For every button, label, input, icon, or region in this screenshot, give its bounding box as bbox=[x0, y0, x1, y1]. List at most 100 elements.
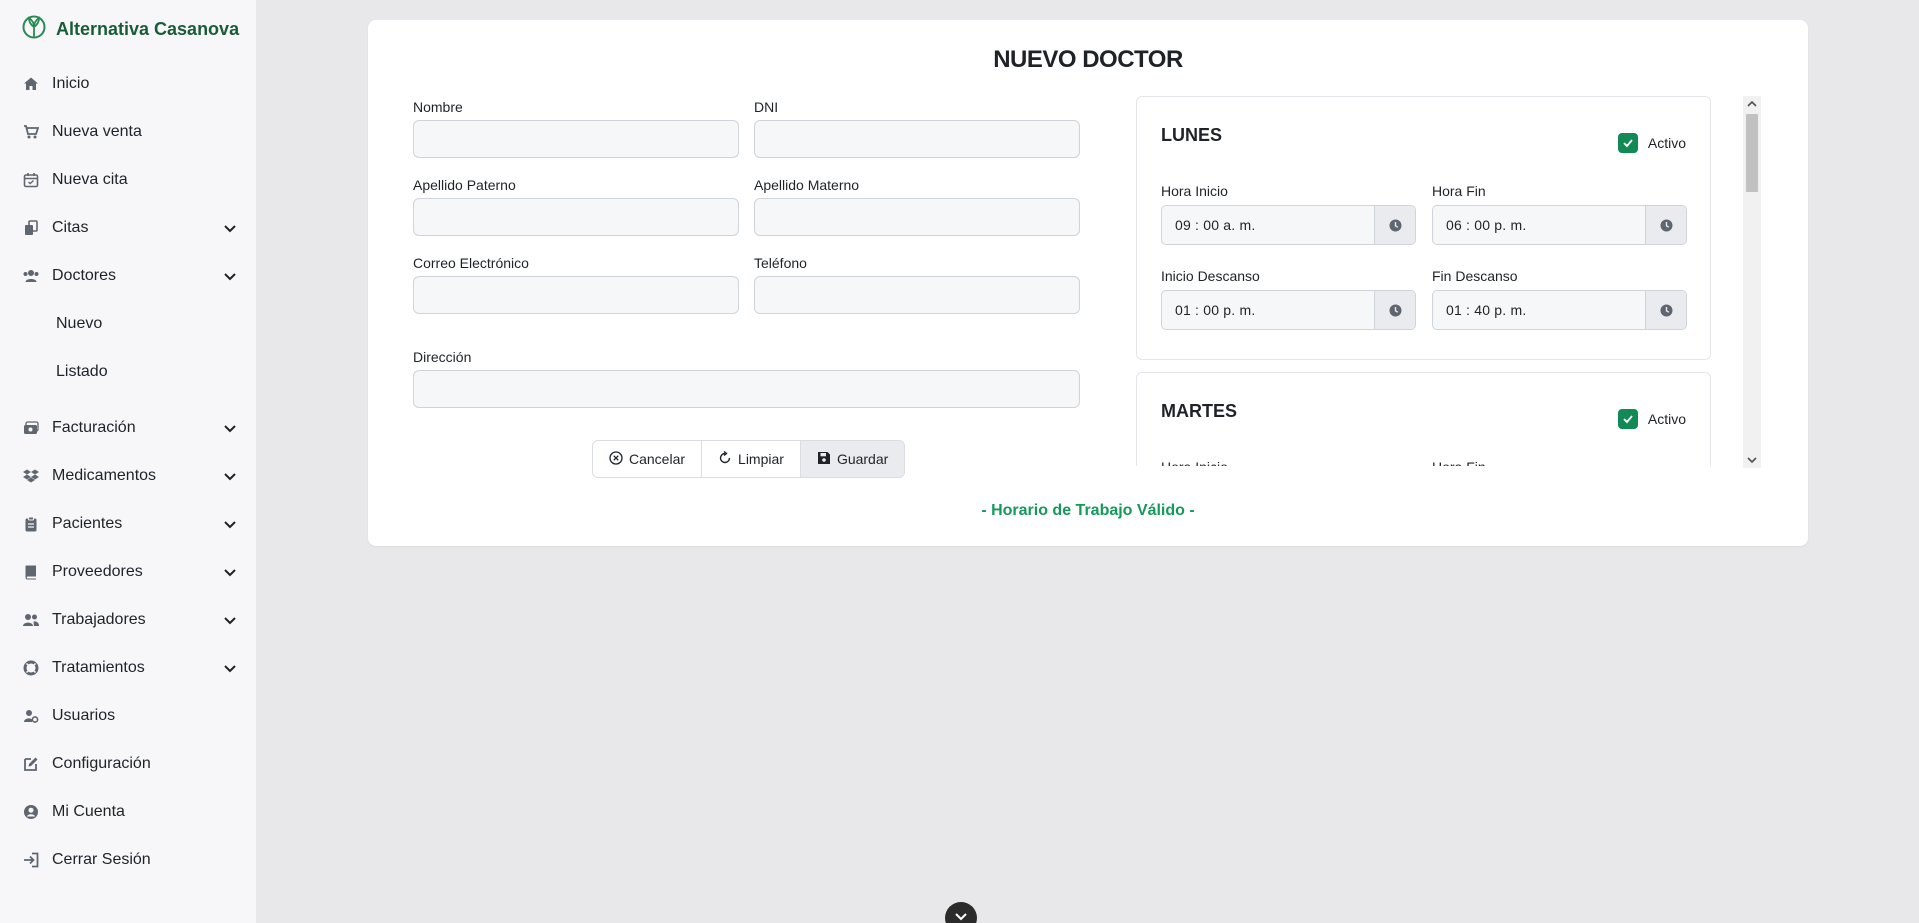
leaf-logo-icon bbox=[22, 14, 46, 45]
floating-chevron-button[interactable] bbox=[945, 902, 977, 923]
user-gear-icon bbox=[22, 707, 40, 725]
sidebar-item-pacientes[interactable]: Pacientes bbox=[0, 500, 256, 548]
checkbox-checked-icon[interactable] bbox=[1617, 133, 1638, 153]
hora-inicio-picker[interactable]: 09 : 00 a. m. bbox=[1161, 205, 1416, 245]
sidebar-item-label: Usuarios bbox=[52, 707, 116, 724]
chevron-down-icon[interactable] bbox=[222, 564, 238, 580]
chevron-down-icon[interactable] bbox=[222, 420, 238, 436]
sidebar-item-label: Pacientes bbox=[52, 515, 123, 532]
sidebar-item-doctores[interactable]: Doctores bbox=[0, 252, 256, 300]
sidebar-item-label: Nueva venta bbox=[52, 123, 142, 140]
lifebuoy-icon bbox=[22, 659, 40, 677]
hora-inicio-label: Hora Inicio bbox=[1161, 183, 1228, 199]
sidebar-item-trabajadores[interactable]: Trabajadores bbox=[0, 596, 256, 644]
hora-fin-label: Hora Fin bbox=[1432, 183, 1486, 199]
sidebar-item-mi-cuenta[interactable]: Mi Cuenta bbox=[0, 788, 256, 836]
hora-inicio-value[interactable]: 09 : 00 a. m. bbox=[1162, 206, 1374, 244]
schedule-valid-message: - Horario de Trabajo Válido - bbox=[981, 502, 1195, 519]
edit-icon bbox=[22, 755, 40, 773]
apellido-materno-field: Apellido Materno bbox=[754, 177, 1080, 236]
clock-icon[interactable] bbox=[1374, 206, 1415, 244]
sidebar-item-label: Nueva cita bbox=[52, 171, 128, 188]
sidebar-item-facturacion[interactable]: Facturación bbox=[0, 404, 256, 452]
circle-x-icon bbox=[609, 450, 623, 468]
sidebar-item-cerrar-sesion[interactable]: Cerrar Sesión bbox=[0, 836, 256, 884]
hora-fin-value[interactable]: 06 : 00 p. m. bbox=[1433, 206, 1645, 244]
active-toggle[interactable]: Activo bbox=[1617, 409, 1686, 429]
hora-inicio-field: Hora Inicio 09 : 00 a. m. bbox=[1161, 183, 1416, 245]
correo-label: Correo Electrónico bbox=[413, 255, 529, 271]
clock-icon[interactable] bbox=[1374, 291, 1415, 329]
cancel-label: Cancelar bbox=[629, 451, 686, 467]
clear-button[interactable]: Limpiar bbox=[702, 441, 801, 477]
apellido-materno-label: Apellido Materno bbox=[754, 177, 860, 193]
scrollbar-thumb[interactable] bbox=[1746, 114, 1758, 192]
nombre-label: Nombre bbox=[413, 99, 463, 115]
sidebar-item-usuarios[interactable]: Usuarios bbox=[0, 692, 256, 740]
brand[interactable]: Alternativa Casanova bbox=[22, 14, 239, 45]
sidebar-item-citas[interactable]: Citas bbox=[0, 204, 256, 252]
inicio-descanso-picker[interactable]: 01 : 00 p. m. bbox=[1161, 290, 1416, 330]
form-actions: Cancelar Limpiar Guardar bbox=[592, 440, 906, 478]
chevron-down-icon[interactable] bbox=[222, 660, 238, 676]
dni-input[interactable] bbox=[754, 120, 1080, 158]
checkbox-checked-icon[interactable] bbox=[1617, 409, 1638, 429]
sidebar-subitem-nuevo[interactable]: Nuevo bbox=[0, 300, 256, 348]
sidebar-item-nueva-cita[interactable]: Nueva cita bbox=[0, 156, 256, 204]
correo-field: Correo Electrónico bbox=[413, 255, 739, 314]
sidebar-item-medicamentos[interactable]: Medicamentos bbox=[0, 452, 256, 500]
telefono-field: Teléfono bbox=[754, 255, 1080, 314]
chevron-down-icon[interactable] bbox=[222, 220, 238, 236]
sidebar-item-label: Cerrar Sesión bbox=[52, 851, 151, 868]
chevron-down-icon[interactable] bbox=[222, 468, 238, 484]
hora-fin-picker[interactable]: 06 : 00 p. m. bbox=[1432, 205, 1687, 245]
sidebar-item-configuracion[interactable]: Configuración bbox=[0, 740, 256, 788]
hora-fin-field: Hora Fin bbox=[1432, 459, 1687, 466]
phone-input[interactable] bbox=[754, 276, 1080, 314]
save-button[interactable]: Guardar bbox=[800, 441, 905, 477]
apellido-paterno-field: Apellido Paterno bbox=[413, 177, 739, 236]
apellido-paterno-label: Apellido Paterno bbox=[413, 177, 516, 193]
day-card-lunes: LUNES Activo Hora Inicio 09 : 00 a. m. H… bbox=[1136, 96, 1711, 360]
scroll-up-icon[interactable] bbox=[1743, 96, 1761, 112]
sidebar-item-tratamientos[interactable]: Tratamientos bbox=[0, 644, 256, 692]
telefono-label: Teléfono bbox=[754, 255, 807, 271]
cancel-button[interactable]: Cancelar bbox=[593, 441, 703, 477]
active-label: Activo bbox=[1647, 411, 1686, 427]
schedule-scrollbar[interactable] bbox=[1743, 96, 1761, 468]
clock-icon[interactable] bbox=[1645, 206, 1686, 244]
sidebar-nav: Inicio Nueva venta Nueva cita Citas Doct… bbox=[0, 60, 256, 884]
sidebar-item-label: Inicio bbox=[52, 75, 90, 92]
sidebar-subitem-listado[interactable]: Listado bbox=[0, 348, 256, 396]
address-input[interactable] bbox=[413, 370, 1080, 408]
clock-icon[interactable] bbox=[1645, 291, 1686, 329]
nombre-field: Nombre bbox=[413, 99, 739, 158]
sidebar-item-nueva-venta[interactable]: Nueva venta bbox=[0, 108, 256, 156]
new-doctor-card: NUEVO DOCTOR Nombre DNI Apellido Paterno… bbox=[368, 20, 1808, 546]
fin-descanso-picker[interactable]: 01 : 40 p. m. bbox=[1432, 290, 1687, 330]
apellido-materno-input[interactable] bbox=[754, 198, 1080, 236]
sidebar-item-inicio[interactable]: Inicio bbox=[0, 60, 256, 108]
fin-descanso-value[interactable]: 01 : 40 p. m. bbox=[1433, 291, 1645, 329]
cart-icon bbox=[22, 123, 40, 141]
inicio-descanso-value[interactable]: 01 : 00 p. m. bbox=[1162, 291, 1374, 329]
nombre-input[interactable] bbox=[413, 120, 739, 158]
active-toggle[interactable]: Activo bbox=[1617, 133, 1686, 153]
save-icon bbox=[817, 451, 831, 468]
save-label: Guardar bbox=[836, 451, 889, 467]
chevron-down-icon[interactable] bbox=[222, 612, 238, 628]
users-icon bbox=[22, 267, 40, 285]
schedule-panel[interactable]: LUNES Activo Hora Inicio 09 : 00 a. m. H… bbox=[1136, 96, 1752, 466]
scroll-down-icon[interactable] bbox=[1743, 452, 1761, 468]
direccion-field: Dirección bbox=[413, 349, 1080, 408]
chevron-down-icon[interactable] bbox=[222, 268, 238, 284]
sidebar-item-proveedores[interactable]: Proveedores bbox=[0, 548, 256, 596]
user-circle-icon bbox=[22, 803, 40, 821]
email-input[interactable] bbox=[413, 276, 739, 314]
sign-out-icon bbox=[22, 851, 40, 869]
hora-fin-label: Hora Fin bbox=[1432, 459, 1687, 466]
chevron-down-icon[interactable] bbox=[222, 516, 238, 532]
sidebar-item-label: Tratamientos bbox=[52, 659, 145, 676]
apellido-paterno-input[interactable] bbox=[413, 198, 739, 236]
hora-inicio-label: Hora Inicio bbox=[1161, 459, 1416, 466]
